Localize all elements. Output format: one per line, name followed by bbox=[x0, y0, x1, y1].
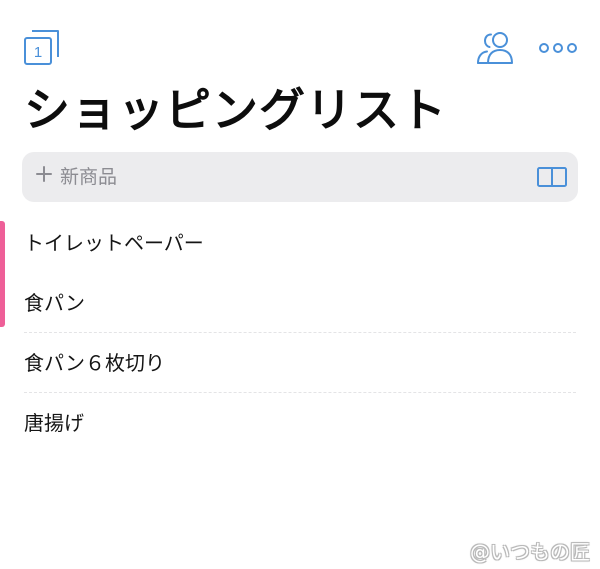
list-item-label: トイレットペーパー bbox=[24, 231, 204, 255]
people-icon bbox=[477, 32, 513, 64]
list-item[interactable]: 食パン６枚切り bbox=[0, 333, 600, 393]
shopping-item-list: トイレットペーパー 食パン 食パン６枚切り 唐揚げ bbox=[0, 213, 600, 453]
list-item[interactable]: 唐揚げ bbox=[0, 393, 600, 453]
stacked-lists-icon: 1 bbox=[24, 30, 59, 65]
list-item-label: 唐揚げ bbox=[24, 411, 84, 435]
catalog-button[interactable] bbox=[536, 165, 568, 189]
plus-icon[interactable] bbox=[36, 166, 52, 182]
list-item-label: 食パン bbox=[24, 291, 85, 315]
open-book-icon bbox=[537, 167, 567, 187]
lists-badge-number: 1 bbox=[34, 44, 42, 61]
new-item-bar bbox=[22, 152, 578, 202]
new-item-input[interactable] bbox=[58, 152, 520, 202]
watermark: @いつもの匠 bbox=[470, 540, 590, 564]
list-item-label: 食パン６枚切り bbox=[24, 351, 165, 375]
share-button[interactable] bbox=[476, 30, 516, 66]
lists-button[interactable]: 1 bbox=[22, 28, 62, 68]
ellipsis-icon bbox=[539, 43, 577, 53]
list-item[interactable]: トイレットペーパー bbox=[0, 213, 600, 273]
more-button[interactable] bbox=[538, 38, 578, 58]
page-title: ショッピングリスト bbox=[24, 83, 447, 137]
list-item[interactable]: 食パン bbox=[0, 273, 600, 333]
top-bar: 1 bbox=[0, 0, 600, 80]
